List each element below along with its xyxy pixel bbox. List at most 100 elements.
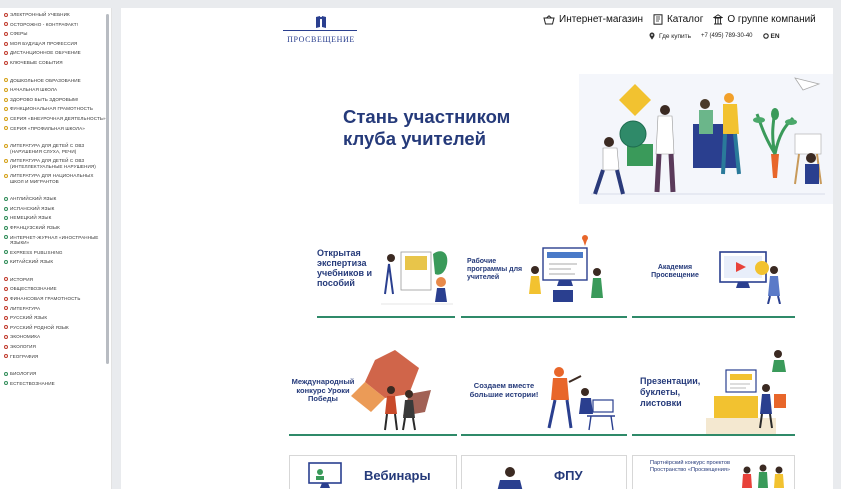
sidebar-item-label: Русский родной язык bbox=[10, 324, 69, 330]
card-title: Открытая экспертиза учебников и пособий bbox=[317, 248, 373, 288]
card-partner-contest[interactable]: Партнёрский конкурс проектов Пространств… bbox=[632, 455, 795, 489]
teachers-club-banner[interactable]: Стань участником клуба учителей bbox=[281, 60, 833, 210]
sidebar-item[interactable]: Дошкольное образование bbox=[0, 76, 111, 86]
bullet-icon bbox=[4, 97, 8, 102]
sidebar-item[interactable]: Обществознание bbox=[0, 284, 111, 294]
card-big-stories[interactable]: Создаем вместе большие истории! bbox=[461, 348, 627, 436]
sidebar-item-label: Литература для национальных школ и мигра… bbox=[10, 173, 94, 184]
nav-about[interactable]: О группе компаний bbox=[713, 14, 816, 25]
bullet-icon bbox=[4, 335, 8, 340]
sidebar-item[interactable]: Китайский язык bbox=[0, 257, 111, 267]
sidebar-item-label: География bbox=[10, 353, 39, 359]
logo-name: ПРОСВЕЩЕНИЕ bbox=[287, 35, 355, 44]
sidebar-scrollbar[interactable] bbox=[106, 14, 109, 364]
sidebar-item-label: Французский язык bbox=[10, 225, 60, 230]
sidebar-item[interactable]: Естествознание bbox=[0, 379, 111, 389]
sidebar-item-label: Китайский язык bbox=[10, 259, 54, 265]
card-work-programs[interactable]: Рабочие программы для учителей bbox=[461, 230, 627, 318]
where-to-buy-label: Где купить bbox=[659, 32, 691, 40]
card-title: ФПУ bbox=[554, 468, 583, 483]
bullet-icon bbox=[4, 315, 8, 320]
sidebar-item[interactable]: Начальная школа bbox=[0, 85, 111, 95]
person-icon bbox=[497, 467, 523, 489]
sidebar-item[interactable]: Ключевые события bbox=[0, 58, 111, 68]
sidebar-item[interactable]: Финансовая грамотность bbox=[0, 294, 111, 304]
sidebar-item[interactable]: Экономика bbox=[0, 332, 111, 342]
sidebar-item[interactable]: Серия «Профильная школа» bbox=[0, 124, 111, 134]
sidebar-item[interactable]: Испанский язык bbox=[0, 204, 111, 214]
bullet-icon bbox=[4, 60, 8, 65]
card-title: Вебинары bbox=[364, 468, 431, 483]
sub-navigation: Где купить +7 (495) 789-30-40 EN bbox=[649, 32, 780, 40]
bullet-icon bbox=[4, 126, 8, 131]
bullet-icon bbox=[4, 196, 8, 201]
sidebar-item[interactable]: Русский родной язык bbox=[0, 323, 111, 333]
sidebar-item[interactable]: Здорово быть здоровым! bbox=[0, 95, 111, 105]
sidebar-item[interactable]: Французский язык bbox=[0, 223, 111, 233]
sidebar-list: Электронный учебник Осторожно - контрафак… bbox=[0, 8, 111, 388]
card-webinars[interactable]: Вебинары bbox=[289, 455, 457, 489]
bullet-icon bbox=[4, 325, 8, 330]
sidebar-item[interactable]: География bbox=[0, 351, 111, 361]
bullet-icon bbox=[4, 381, 8, 386]
bullet-icon bbox=[4, 173, 8, 178]
sidebar-item-label: Моя будущая профессия bbox=[10, 40, 78, 46]
sidebar-item-label: Английский язык bbox=[10, 196, 57, 202]
sidebar-item-label: Естествознание bbox=[10, 380, 55, 386]
nav-catalog[interactable]: Каталог bbox=[653, 14, 703, 25]
sidebar-item[interactable]: Литература для национальных школ и мигра… bbox=[0, 171, 111, 186]
sidebar-group: Дошкольное образование Начальная школа Здо… bbox=[0, 76, 111, 134]
prosveshchenie-logo[interactable]: ПРОСВЕЩЕНИЕ bbox=[281, 14, 361, 48]
sidebar-item[interactable]: Express Publishing bbox=[0, 248, 111, 258]
sidebar-item[interactable]: Дистанционное обучение bbox=[0, 48, 111, 58]
bullet-icon bbox=[4, 354, 8, 359]
card-open-expertise[interactable]: Открытая экспертиза учебников и пособий bbox=[317, 230, 455, 318]
sidebar-item-label: Экология bbox=[10, 343, 36, 349]
sidebar-item[interactable]: Литература для детей с ОВЗ (интеллектуал… bbox=[0, 156, 111, 171]
hero-title-line1: Стань участником bbox=[343, 106, 511, 127]
sidebar-item[interactable]: Интернет-журнал «Иностранные языки» bbox=[0, 233, 111, 248]
card-academy[interactable]: Академия Просвещение bbox=[632, 230, 795, 318]
sidebar-item[interactable]: Осторожно - контрафакт! bbox=[0, 20, 111, 30]
sidebar-item[interactable]: Сферы bbox=[0, 29, 111, 39]
sidebar-item[interactable]: Литература bbox=[0, 303, 111, 313]
sidebar-item-label: История bbox=[10, 276, 34, 282]
sidebar-item[interactable]: Функциональная грамотность bbox=[0, 104, 111, 114]
sidebar-item-label: Литература для детей с ОВЗ (нарушения сл… bbox=[10, 143, 85, 154]
sidebar-item-label: Финансовая грамотность bbox=[10, 295, 81, 301]
sidebar-item[interactable]: Русский язык bbox=[0, 313, 111, 323]
sidebar-item-label: Дистанционное обучение bbox=[10, 50, 81, 56]
sidebar-item-label: Express Publishing bbox=[10, 249, 63, 255]
sidebar-item[interactable]: Литература для детей с ОВЗ (нарушения сл… bbox=[0, 141, 111, 156]
where-to-buy-link[interactable]: Где купить bbox=[649, 32, 691, 40]
nav-catalog-label: Каталог bbox=[666, 14, 704, 25]
logo-rule bbox=[283, 30, 357, 31]
sidebar-item[interactable]: Английский язык bbox=[0, 194, 111, 204]
sidebar: Электронный учебник Осторожно - контрафак… bbox=[0, 8, 112, 489]
card-victory-lessons[interactable]: Международный конкурс Уроки Победы bbox=[289, 348, 457, 436]
sidebar-item-label: Обществознание bbox=[10, 286, 57, 292]
work-programs-illustration bbox=[529, 235, 603, 302]
sidebar-item-label: Серия «Профильная школа» bbox=[10, 125, 85, 131]
nav-shop[interactable]: Интернет-магазин bbox=[543, 14, 643, 25]
sidebar-item[interactable]: Моя будущая профессия bbox=[0, 39, 111, 49]
language-switch[interactable]: EN bbox=[762, 32, 780, 40]
sidebar-item[interactable]: Биология bbox=[0, 369, 111, 379]
sidebar-item-label: Функциональная грамотность bbox=[10, 106, 93, 112]
bullet-icon bbox=[4, 250, 8, 255]
expertise-illustration bbox=[381, 251, 453, 305]
sidebar-item-label: Экономика bbox=[10, 334, 41, 340]
sidebar-group: Электронный учебник Осторожно - контрафак… bbox=[0, 10, 111, 68]
bullet-icon bbox=[4, 296, 8, 301]
card-fpu[interactable]: ФПУ bbox=[461, 455, 627, 489]
bullet-icon bbox=[4, 22, 8, 27]
sidebar-item[interactable]: Серия «Внеурочная деятельность» bbox=[0, 114, 111, 124]
bullet-icon bbox=[4, 87, 8, 92]
language-label: EN bbox=[770, 32, 780, 40]
phone-number[interactable]: +7 (495) 789-30-40 bbox=[701, 33, 753, 39]
sidebar-item[interactable]: Немецкий язык bbox=[0, 213, 111, 223]
sidebar-item[interactable]: История bbox=[0, 275, 111, 285]
card-presentations[interactable]: Презентации, буклеты, листовки bbox=[632, 348, 795, 436]
sidebar-item[interactable]: Экология bbox=[0, 342, 111, 352]
sidebar-item[interactable]: Электронный учебник bbox=[0, 10, 111, 20]
